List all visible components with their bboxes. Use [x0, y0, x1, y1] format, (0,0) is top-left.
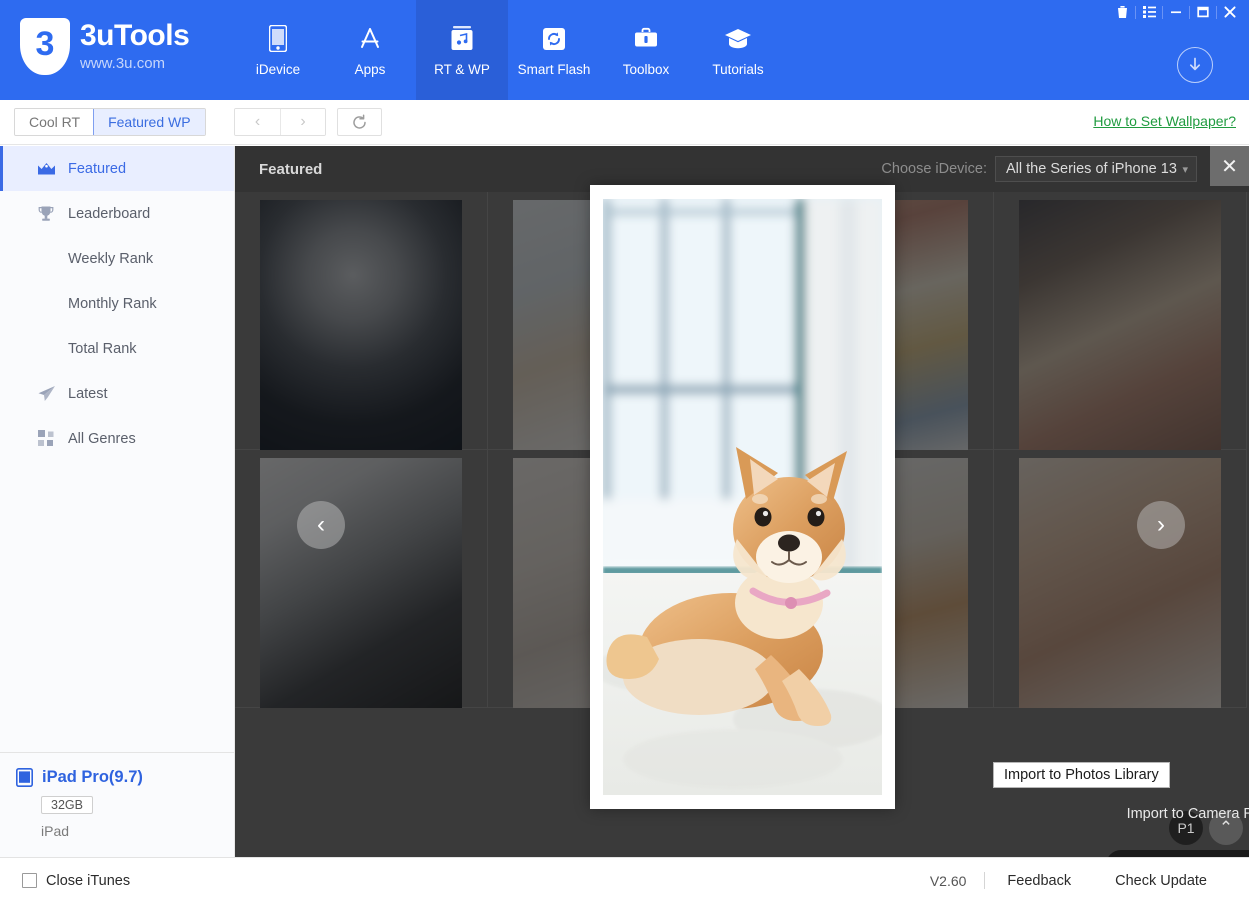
- trash-icon[interactable]: [1109, 2, 1135, 22]
- graduation-cap-icon: [724, 24, 752, 54]
- nav-label: Tutorials: [712, 62, 763, 77]
- nav-label: Apps: [355, 62, 386, 77]
- gallery-prev-button[interactable]: ‹: [297, 501, 345, 549]
- category-segmented-control: Cool RT Featured WP: [14, 108, 206, 136]
- forward-button[interactable]: ›: [280, 109, 325, 135]
- close-itunes-label: Close iTunes: [46, 873, 130, 889]
- wallpaper-preview-overlay[interactable]: [590, 185, 895, 809]
- download-arrow-icon[interactable]: [1177, 47, 1213, 83]
- sidebar-item-total-rank[interactable]: Total Rank: [0, 326, 234, 371]
- connected-device-card[interactable]: iPad Pro(9.7) 32GB iPad: [0, 752, 234, 857]
- wallpaper-tile[interactable]: [235, 192, 488, 450]
- sidebar-item-latest[interactable]: Latest: [0, 371, 234, 416]
- back-button[interactable]: ‹: [235, 109, 280, 135]
- sidebar-item-all-genres[interactable]: All Genres: [0, 416, 234, 461]
- nav-label: Smart Flash: [518, 62, 591, 77]
- choose-device-value: All the Series of iPhone 13: [1006, 161, 1177, 177]
- version-label: V2.60: [930, 873, 985, 889]
- close-itunes-checkbox[interactable]: Close iTunes: [22, 873, 130, 889]
- refresh-icon: [351, 114, 368, 131]
- sidebar-item-featured[interactable]: Featured: [0, 146, 234, 191]
- sidebar-item-label: Total Rank: [68, 341, 137, 357]
- chevron-down-icon: ▾: [1182, 163, 1188, 176]
- panel-close-button[interactable]: ✕: [1210, 146, 1249, 186]
- status-bar: Close iTunes V2.60 Feedback Check Update: [0, 857, 1249, 903]
- refresh-button[interactable]: [337, 108, 382, 136]
- nav-label: Toolbox: [623, 62, 670, 77]
- sidebar-item-label: Featured: [68, 161, 126, 177]
- sidebar-item-label: Weekly Rank: [68, 251, 153, 267]
- title-bar: 3 3uTools www.3u.com iDevice Apps: [0, 0, 1249, 100]
- sidebar: Featured Leaderboard Weekly Rank Monthly…: [0, 146, 235, 857]
- minimize-icon[interactable]: [1163, 2, 1189, 22]
- choose-device-select[interactable]: All the Series of iPhone 13 ▾: [995, 156, 1197, 182]
- check-update-link[interactable]: Check Update: [1093, 873, 1229, 889]
- device-type: iPad: [41, 823, 234, 839]
- sidebar-item-monthly-rank[interactable]: Monthly Rank: [0, 281, 234, 326]
- logo-shield-icon: 3: [20, 18, 70, 75]
- main-nav: iDevice Apps RT & WP Smart Flash: [232, 0, 784, 100]
- window-controls: [1109, 2, 1243, 22]
- maximize-icon[interactable]: [1190, 2, 1216, 22]
- sidebar-item-label: Leaderboard: [68, 206, 150, 222]
- preview-image-shiba-inu-by-window: [603, 199, 882, 795]
- thumbnail-astronaut-spacewalk: [260, 200, 462, 450]
- action-tooltip: Import to Photos Library: [993, 762, 1170, 788]
- nav-item-tutorials[interactable]: Tutorials: [692, 0, 784, 100]
- page-title: Featured: [259, 161, 322, 178]
- device-name: iPad Pro(9.7): [42, 768, 143, 787]
- crown-icon: [36, 159, 56, 179]
- nav-item-apps[interactable]: Apps: [324, 0, 416, 100]
- sidebar-item-leaderboard[interactable]: Leaderboard: [0, 191, 234, 236]
- logo-mark: 3: [36, 27, 55, 61]
- sidebar-item-label: Latest: [68, 386, 108, 402]
- import-to-photos-library-button[interactable]: Import to Photos Library: [1106, 850, 1249, 857]
- grid-icon: [36, 429, 56, 449]
- tab-cool-rt[interactable]: Cool RT: [15, 109, 94, 135]
- sidebar-item-label: Monthly Rank: [68, 296, 157, 312]
- ipad-icon: [14, 767, 34, 787]
- device-capacity: 32GB: [41, 796, 93, 814]
- thumbnail-white-race-car: [260, 458, 462, 708]
- brand-name: 3uTools: [80, 20, 189, 52]
- history-nav-buttons: ‹ ›: [234, 108, 326, 136]
- brand-logo: 3 3uTools www.3u.com: [20, 18, 189, 75]
- gallery-next-button[interactable]: ›: [1137, 501, 1185, 549]
- paper-plane-icon: [36, 384, 56, 404]
- choose-device-group: Choose iDevice: All the Series of iPhone…: [881, 156, 1197, 182]
- refresh-flash-icon: [540, 24, 568, 54]
- nav-item-smart-flash[interactable]: Smart Flash: [508, 0, 600, 100]
- nav-item-idevice[interactable]: iDevice: [232, 0, 324, 100]
- ringtone-wallpaper-icon: [448, 24, 476, 54]
- sidebar-item-weekly-rank[interactable]: Weekly Rank: [0, 236, 234, 281]
- phone-icon: [264, 24, 292, 54]
- nav-item-rt-wp[interactable]: RT & WP: [416, 0, 508, 100]
- tab-featured-wp[interactable]: Featured WP: [93, 108, 205, 136]
- nav-label: RT & WP: [434, 62, 490, 77]
- tile-action-menu: Import to Camera Roll Import to Photos L…: [1095, 806, 1249, 857]
- list-icon[interactable]: [1136, 2, 1162, 22]
- choose-device-label: Choose iDevice:: [881, 161, 987, 177]
- app-window: 3 3uTools www.3u.com iDevice Apps: [0, 0, 1249, 903]
- wallpaper-tile[interactable]: [994, 192, 1247, 450]
- sidebar-item-label: All Genres: [68, 431, 136, 447]
- wallpaper-tile[interactable]: [235, 450, 488, 708]
- appstore-icon: [356, 24, 384, 54]
- thumbnail-portrait-soft: [1019, 458, 1221, 708]
- close-icon[interactable]: [1217, 2, 1243, 22]
- how-to-set-wallpaper-link[interactable]: How to Set Wallpaper?: [1093, 113, 1236, 129]
- wallpaper-tile[interactable]: [994, 450, 1247, 708]
- feedback-link[interactable]: Feedback: [985, 873, 1093, 889]
- import-to-camera-roll-button[interactable]: Import to Camera Roll: [1127, 806, 1249, 822]
- brand-url: www.3u.com: [80, 54, 189, 74]
- nav-label: iDevice: [256, 62, 300, 77]
- thumbnail-man-with-cap: [1019, 200, 1221, 450]
- toolbox-icon: [632, 24, 660, 54]
- trophy-icon: [36, 204, 56, 224]
- nav-item-toolbox[interactable]: Toolbox: [600, 0, 692, 100]
- checkbox-box: [22, 873, 37, 888]
